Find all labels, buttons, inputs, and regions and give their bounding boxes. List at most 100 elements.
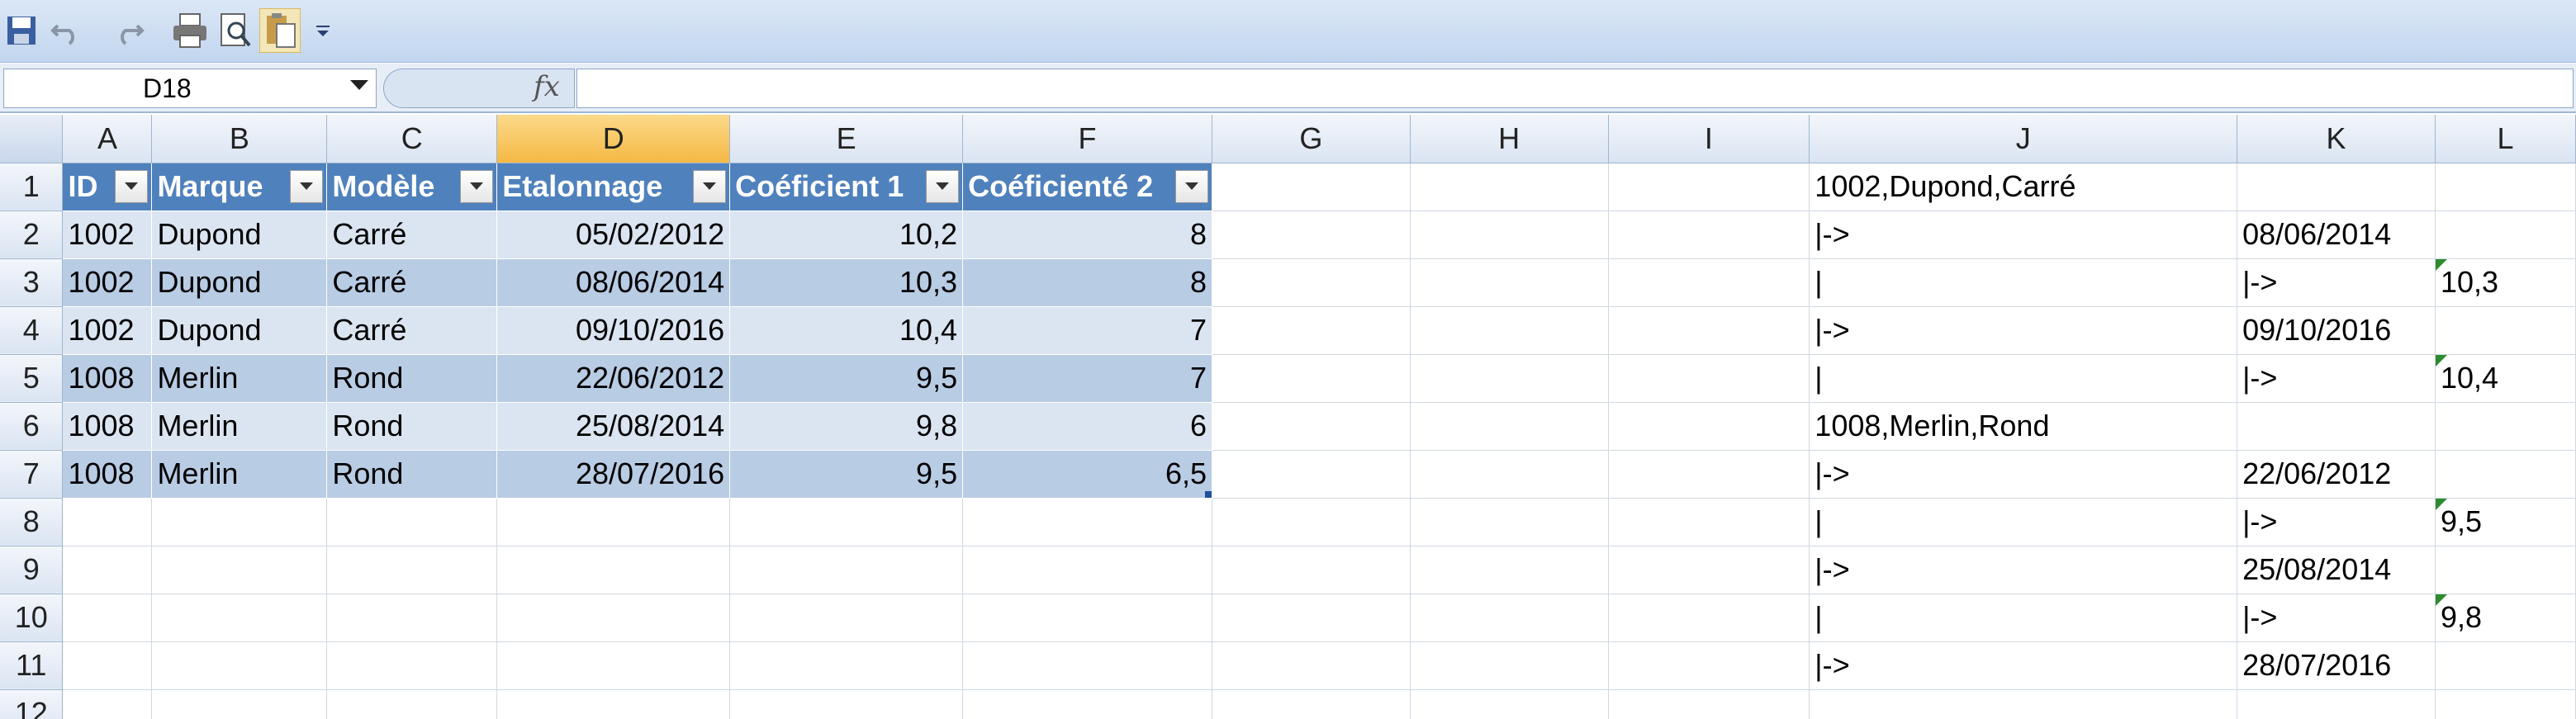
cell-a7[interactable]: 1008 [62,450,153,499]
cell-c2[interactable]: Carré [326,210,498,259]
cell-f10[interactable] [962,594,1213,642]
cell-h1[interactable] [1410,163,1609,211]
table-header-cell[interactable]: ID [62,163,153,211]
cell-k1[interactable] [2237,163,2436,211]
cell-g2[interactable] [1212,210,1411,259]
cell-d5[interactable]: 22/06/2012 [496,354,731,403]
cell-l4[interactable] [2435,306,2576,355]
cell-k2[interactable]: 08/06/2014 [2237,210,2436,259]
row-header-8[interactable]: 8 [0,498,64,546]
cell-l3[interactable]: 10,3 [2435,258,2576,307]
redo-icon[interactable] [111,8,147,53]
cell-l11[interactable] [2435,641,2576,690]
cell-j5[interactable]: | [1809,354,2238,403]
cell-h10[interactable] [1410,594,1609,642]
cell-h12[interactable] [1410,689,1609,719]
cell-e10[interactable] [729,594,964,642]
cell-d10[interactable] [496,594,731,642]
cell-h5[interactable] [1410,354,1609,403]
cell-h3[interactable] [1410,258,1609,307]
cell-b5[interactable]: Merlin [151,354,328,403]
row-header-9[interactable]: 9 [0,546,64,594]
name-box[interactable]: D18 [3,69,377,108]
cell-j1[interactable]: 1002,Dupond,Carré [1809,163,2238,211]
cell-a9[interactable] [62,546,153,594]
customize-dropdown-icon[interactable] [311,8,335,53]
cell-j11[interactable]: |-> [1809,641,2238,690]
cell-g7[interactable] [1212,450,1411,499]
table-header-cell[interactable]: Coéficienté 2 [962,163,1213,211]
cell-a12[interactable] [62,689,153,719]
cell-b3[interactable]: Dupond [151,258,328,307]
cell-e11[interactable] [729,641,964,690]
cell-c8[interactable] [326,498,498,546]
cell-f3[interactable]: 8 [962,258,1213,307]
row-header-2[interactable]: 2 [0,210,64,259]
cell-d11[interactable] [496,641,731,690]
paste-icon[interactable] [259,8,301,53]
row-header-6[interactable]: 6 [0,402,64,451]
filter-dropdown-icon[interactable] [115,169,149,203]
cell-g10[interactable] [1212,594,1411,642]
filter-dropdown-icon[interactable] [693,169,727,203]
cell-l12[interactable] [2435,689,2576,719]
cell-e2[interactable]: 10,2 [729,210,964,259]
cell-g6[interactable] [1212,402,1411,451]
cell-l1[interactable] [2435,163,2576,211]
cell-c6[interactable]: Rond [326,402,498,451]
cell-b7[interactable]: Merlin [151,450,328,499]
column-header-g[interactable]: G [1212,115,1411,163]
row-header-12[interactable]: 12 [0,689,64,719]
cell-l9[interactable] [2435,546,2576,594]
cell-i6[interactable] [1608,402,1810,451]
cell-f11[interactable] [962,641,1213,690]
column-header-f[interactable]: F [962,115,1213,163]
cell-g11[interactable] [1212,641,1411,690]
cell-l5[interactable]: 10,4 [2435,354,2576,403]
cell-e8[interactable] [729,498,964,546]
cell-g5[interactable] [1212,354,1411,403]
cell-k7[interactable]: 22/06/2012 [2237,450,2436,499]
cell-e7[interactable]: 9,5 [729,450,964,499]
cell-g9[interactable] [1212,546,1411,594]
name-box-dropdown-icon[interactable] [350,80,368,90]
cell-e6[interactable]: 9,8 [729,402,964,451]
cell-j10[interactable]: | [1809,594,2238,642]
cell-h11[interactable] [1410,641,1609,690]
cell-i10[interactable] [1608,594,1810,642]
table-resize-handle[interactable] [1205,490,1212,497]
cell-e12[interactable] [729,689,964,719]
print-preview-icon[interactable] [216,8,256,53]
column-header-k[interactable]: K [2237,115,2436,163]
cell-g1[interactable] [1212,163,1411,211]
cell-f12[interactable] [962,689,1213,719]
formula-input[interactable] [576,69,2574,108]
cell-i11[interactable] [1608,641,1810,690]
worksheet-grid[interactable]: A B C D E F G H I J K L 1 ID Marque Modèle Etalonnage Coé… [0,115,2576,719]
cell-h2[interactable] [1410,210,1609,259]
cell-g12[interactable] [1212,689,1411,719]
cell-b2[interactable]: Dupond [151,210,328,259]
column-header-h[interactable]: H [1410,115,1609,163]
row-header-7[interactable]: 7 [0,450,64,499]
column-header-i[interactable]: I [1608,115,1810,163]
cell-b6[interactable]: Merlin [151,402,328,451]
filter-dropdown-icon[interactable] [1175,169,1209,203]
undo-icon[interactable] [48,8,84,53]
cell-f7[interactable]: 6,5 [962,450,1213,499]
table-header-cell[interactable]: Coéficient 1 [729,163,964,211]
cell-h9[interactable] [1410,546,1609,594]
cell-h6[interactable] [1410,402,1609,451]
filter-dropdown-icon[interactable] [460,169,494,203]
cell-d9[interactable] [496,546,731,594]
cell-c10[interactable] [326,594,498,642]
cell-k10[interactable]: |-> [2237,594,2436,642]
cell-g8[interactable] [1212,498,1411,546]
cell-d2[interactable]: 05/02/2012 [496,210,731,259]
cell-i12[interactable] [1608,689,1810,719]
cell-b12[interactable] [151,689,328,719]
cell-a11[interactable] [62,641,153,690]
row-header-5[interactable]: 5 [0,354,64,403]
table-header-cell[interactable]: Modèle [326,163,498,211]
cell-c4[interactable]: Carré [326,306,498,355]
